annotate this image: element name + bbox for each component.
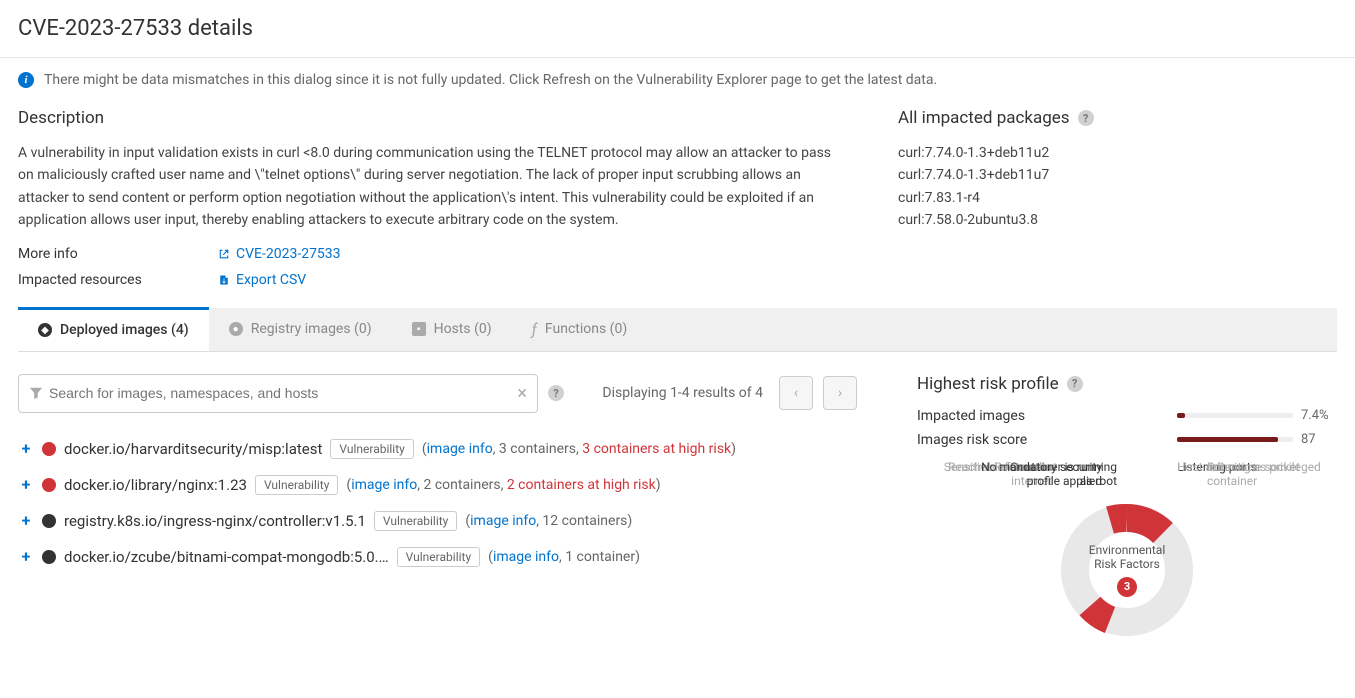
page-title: CVE-2023-27533 details (18, 16, 1337, 41)
export-csv-link[interactable]: Export CSV (218, 272, 306, 288)
image-name[interactable]: docker.io/harvarditsecurity/misp:latest (64, 440, 322, 458)
wheel-count: 3 (1117, 577, 1137, 597)
external-link-icon (218, 248, 230, 260)
package-item: curl:7.74.0-1.3+deb11u7 (898, 164, 1318, 186)
image-row: + docker.io/library/nginx:1.23 Vulnerabili… (18, 467, 857, 503)
vulnerability-badge: Vulnerability (330, 439, 413, 459)
image-meta: (image info, 2 containers, 2 containers … (346, 477, 660, 493)
expand-icon[interactable]: + (18, 511, 34, 530)
expand-icon[interactable]: + (18, 439, 34, 458)
package-item: curl:7.58.0-2ubuntu3.8 (898, 209, 1318, 231)
package-item: curl:7.83.1-r4 (898, 187, 1318, 209)
tab-registry-images[interactable]: ● Registry images (0) (209, 308, 392, 351)
image-row: + registry.k8s.io/ingress-nginx/controlle… (18, 503, 857, 539)
export-icon (218, 274, 230, 286)
banner-text: There might be data mismatches in this d… (44, 72, 937, 88)
vulnerability-badge: Vulnerability (255, 475, 338, 495)
tab-functions[interactable]: ƒ Functions (0) (512, 308, 648, 351)
risk-text: 2 containers at high risk (507, 477, 656, 493)
pager-prev[interactable]: ‹ (779, 376, 813, 410)
tab-hosts[interactable]: ▪ Hosts (0) (392, 308, 512, 351)
factor-security: No mandatory security profile applied (972, 460, 1102, 488)
risk-text: 3 containers at high risk (582, 441, 731, 457)
risk-score-label: Images risk score (917, 432, 1027, 448)
expand-icon[interactable]: + (18, 475, 34, 494)
image-info-link[interactable]: image info (470, 513, 536, 529)
image-name[interactable]: docker.io/zcube/bitnami-compat-mongodb:5… (64, 548, 389, 566)
pager-next[interactable]: › (823, 376, 857, 410)
packages-list: curl:7.74.0-1.3+deb11u2 curl:7.74.0-1.3+… (898, 142, 1318, 232)
factor-host: Host access (1177, 460, 1297, 474)
description-text: A vulnerability in input validation exis… (18, 142, 838, 232)
clear-icon[interactable]: × (517, 383, 527, 404)
image-row: + docker.io/harvarditsecurity/misp:latest… (18, 431, 857, 467)
info-banner: i There might be data mismatches in this… (0, 58, 1355, 102)
host-icon: ▪ (412, 322, 426, 336)
packages-heading: All impacted packages ? (898, 108, 1318, 128)
image-name[interactable]: registry.k8s.io/ingress-nginx/controller… (64, 512, 366, 530)
image-meta: (image info, 3 containers, 3 containers … (422, 441, 736, 457)
image-name[interactable]: docker.io/library/nginx:1.23 (64, 476, 247, 494)
vulnerability-badge: Vulnerability (397, 547, 480, 567)
vulnerability-badge: Vulnerability (374, 511, 457, 531)
wheel-center-label: Environmental Risk Factors (1082, 543, 1172, 571)
image-meta: (image info, 12 containers) (465, 513, 632, 529)
search-box[interactable]: × (18, 374, 538, 413)
cve-link[interactable]: CVE-2023-27533 (218, 246, 341, 262)
image-meta: (image info, 1 container) (488, 549, 640, 565)
help-icon[interactable]: ? (1078, 110, 1094, 126)
package-item: curl:7.74.0-1.3+deb11u2 (898, 142, 1318, 164)
image-row: + docker.io/zcube/bitnami-compat-mongodb:… (18, 539, 857, 575)
cube-icon: ◆ (38, 323, 52, 337)
risk-score: 87 (1301, 432, 1337, 447)
severity-dot (42, 550, 56, 564)
tab-deployed-images[interactable]: ◆ Deployed images (4) (18, 307, 209, 351)
function-icon: ƒ (532, 320, 537, 339)
circle-icon: ● (229, 322, 243, 336)
help-icon[interactable]: ? (548, 385, 564, 401)
expand-icon[interactable]: + (18, 547, 34, 566)
help-icon[interactable]: ? (1067, 376, 1083, 392)
description-heading: Description (18, 108, 838, 128)
impacted-images-label: Impacted images (917, 408, 1025, 424)
results-text: Displaying 1-4 results of 4 (602, 385, 763, 401)
search-input[interactable] (43, 385, 517, 401)
risk-profile-heading: Highest risk profile ? (917, 374, 1337, 394)
severity-dot (42, 478, 56, 492)
info-icon: i (18, 72, 34, 88)
more-info-label: More info (18, 246, 218, 262)
severity-dot (42, 514, 56, 528)
impacted-pct: 7.4% (1301, 408, 1337, 423)
severity-dot (42, 442, 56, 456)
image-info-link[interactable]: image info (351, 477, 417, 493)
tabs: ◆ Deployed images (4) ● Registry images … (18, 308, 1337, 352)
impacted-resources-label: Impacted resources (18, 272, 218, 288)
image-info-link[interactable]: image info (427, 441, 493, 457)
risk-wheel: Environmental Risk Factors 3 Container i… (917, 460, 1337, 680)
image-info-link[interactable]: image info (493, 549, 559, 565)
filter-icon (29, 386, 43, 400)
